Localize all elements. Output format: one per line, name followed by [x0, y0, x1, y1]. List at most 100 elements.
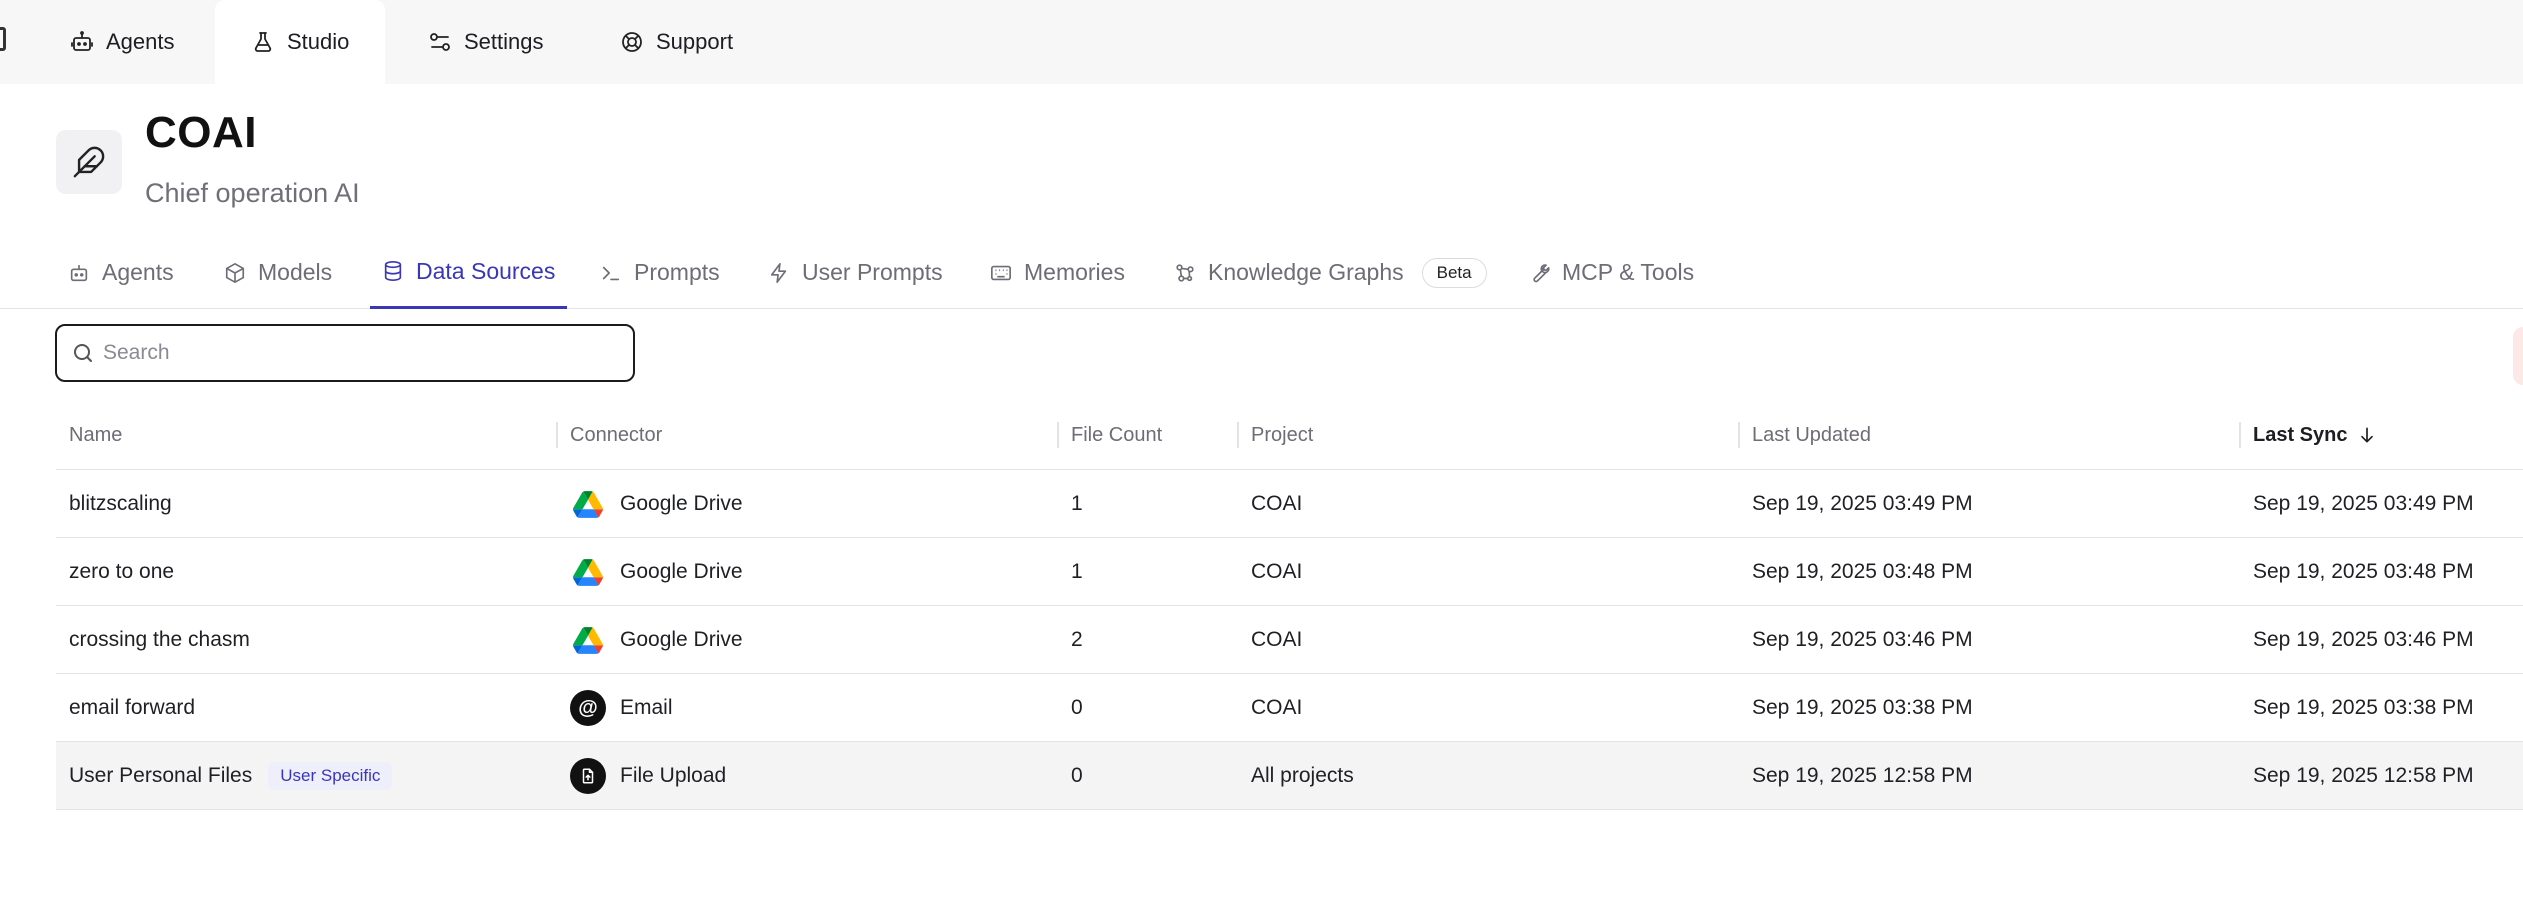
- cell-project: All projects: [1251, 764, 1354, 787]
- column-header-last-sync[interactable]: Last Sync: [2239, 400, 2377, 470]
- cell-name: email forward: [69, 696, 196, 719]
- robot-icon: [70, 264, 88, 281]
- google-drive-icon: [570, 486, 606, 522]
- column-header-file-count[interactable]: File Count: [1057, 400, 1162, 470]
- table-header: Name Connector File Count Project Last U…: [56, 400, 2523, 470]
- terminal-icon: [602, 266, 620, 280]
- column-separator: [1057, 422, 1059, 448]
- tab-label: Data Sources: [416, 257, 556, 284]
- page-subtitle: Chief operation AI: [145, 178, 360, 208]
- tab-label: User Prompts: [802, 259, 943, 285]
- column-header-last-updated[interactable]: Last Updated: [1738, 400, 1871, 470]
- cell-file-count: 0: [1071, 696, 1083, 719]
- cell-project: COAI: [1251, 492, 1303, 515]
- database-icon: [384, 261, 402, 281]
- cell-file-count: 1: [1071, 492, 1083, 515]
- lifebuoy-icon: [622, 32, 642, 52]
- cube-icon: [225, 262, 245, 283]
- feather-icon: [73, 146, 105, 178]
- top-navigation: Agents Studio Settings Support: [0, 0, 2523, 84]
- cell-connector: @ Email: [570, 674, 673, 742]
- column-separator: [2239, 422, 2241, 448]
- app-avatar: [56, 130, 122, 194]
- studio-subtabs: Agents Models Data Sources Prompts User …: [0, 236, 2523, 309]
- cell-project: COAI: [1251, 560, 1303, 583]
- table-row[interactable]: blitzscaling Google Drive 1 COAI Sep 19,…: [56, 470, 2523, 538]
- edge-panel-handle[interactable]: [2513, 327, 2523, 385]
- topnav-tab-agents[interactable]: Agents: [70, 0, 175, 84]
- cell-connector: Google Drive: [570, 606, 743, 674]
- beta-badge: Beta: [1421, 257, 1487, 288]
- cell-file-count: 2: [1071, 628, 1083, 651]
- tab-user-prompts[interactable]: User Prompts: [768, 236, 943, 309]
- tab-mcp-tools[interactable]: MCP & Tools: [1528, 236, 1694, 309]
- graph-icon: [1176, 263, 1194, 282]
- cell-name: crossing the chasm: [69, 628, 250, 651]
- cell-project: COAI: [1251, 696, 1303, 719]
- tab-knowledge-graphs[interactable]: Knowledge Graphs Beta: [1174, 236, 1487, 309]
- cell-last-updated: Sep 19, 2025 03:48 PM: [1752, 560, 1973, 583]
- table-row[interactable]: User Personal Files User Specific File U…: [56, 742, 2523, 810]
- tab-agents[interactable]: Agents: [68, 236, 174, 309]
- column-separator: [556, 422, 558, 448]
- cell-last-updated: Sep 19, 2025 12:58 PM: [1752, 764, 1973, 787]
- table-row[interactable]: email forward @ Email 0 COAI Sep 19, 202…: [56, 674, 2523, 742]
- topnav-tab-label: Studio: [287, 29, 350, 54]
- tab-memories[interactable]: Memories: [990, 236, 1125, 309]
- tab-label: Prompts: [634, 259, 720, 285]
- google-drive-icon: [570, 554, 606, 590]
- connector-label: Email: [620, 696, 673, 719]
- table-row[interactable]: crossing the chasm Google Drive 2 COAI S…: [56, 606, 2523, 674]
- cell-name: User Personal Files User Specific: [69, 742, 393, 810]
- connector-label: Google Drive: [620, 560, 743, 583]
- cell-file-count: 0: [1071, 764, 1083, 787]
- tab-label: Models: [258, 259, 333, 285]
- sidebar-toggle-icon[interactable]: [0, 27, 6, 51]
- keyboard-icon: [991, 265, 1011, 280]
- column-header-project[interactable]: Project: [1237, 400, 1313, 470]
- tab-label: MCP & Tools: [1562, 259, 1695, 285]
- topnav-tab-studio[interactable]: Studio: [215, 0, 386, 84]
- sliders-icon: [430, 33, 450, 51]
- search-icon: [74, 344, 92, 362]
- google-drive-icon: [570, 622, 606, 658]
- flask-icon: [254, 32, 272, 52]
- topnav-tab-support[interactable]: Support: [620, 0, 733, 84]
- page-title: COAI: [145, 108, 257, 157]
- cell-connector: Google Drive: [570, 538, 743, 606]
- file-upload-icon: [570, 758, 606, 794]
- cell-connector: File Upload: [570, 742, 726, 810]
- connector-label: Google Drive: [620, 492, 743, 515]
- cell-name: blitzscaling: [69, 492, 172, 515]
- cell-last-sync: Sep 19, 2025 12:58 PM: [2253, 764, 2474, 787]
- tab-data-sources[interactable]: Data Sources: [370, 236, 568, 309]
- cell-name: zero to one: [69, 560, 175, 583]
- cell-last-updated: Sep 19, 2025 03:38 PM: [1752, 696, 1973, 719]
- topnav-tab-settings[interactable]: Settings: [428, 0, 544, 84]
- wrench-icon: [1533, 263, 1550, 282]
- table-row[interactable]: zero to one Google Drive 1 COAI Sep 19, …: [56, 538, 2523, 606]
- tab-models[interactable]: Models: [224, 236, 332, 309]
- search-box[interactable]: [55, 324, 635, 382]
- user-specific-badge: User Specific: [268, 762, 393, 790]
- arrow-down-icon: [2361, 427, 2374, 443]
- row-name-label: User Personal Files: [69, 764, 253, 787]
- connector-label: Google Drive: [620, 628, 743, 651]
- bolt-icon: [770, 262, 787, 283]
- topnav-tab-label: Agents: [106, 29, 175, 54]
- cell-last-sync: Sep 19, 2025 03:38 PM: [2253, 696, 2474, 719]
- topnav-tab-label: Settings: [464, 29, 544, 54]
- cell-file-count: 1: [1071, 560, 1083, 583]
- tab-label: Agents: [102, 259, 174, 285]
- search-input[interactable]: [103, 341, 603, 365]
- tab-prompts[interactable]: Prompts: [600, 236, 720, 309]
- data-sources-table: Name Connector File Count Project Last U…: [56, 400, 2523, 810]
- cell-last-sync: Sep 19, 2025 03:49 PM: [2253, 492, 2474, 515]
- column-header-name[interactable]: Name: [69, 400, 122, 470]
- column-separator: [1237, 422, 1239, 448]
- column-header-connector[interactable]: Connector: [556, 400, 662, 470]
- robot-icon: [71, 31, 93, 51]
- tab-label: Memories: [1024, 259, 1125, 285]
- topnav-tab-label: Support: [656, 29, 734, 54]
- cell-connector: Google Drive: [570, 470, 743, 538]
